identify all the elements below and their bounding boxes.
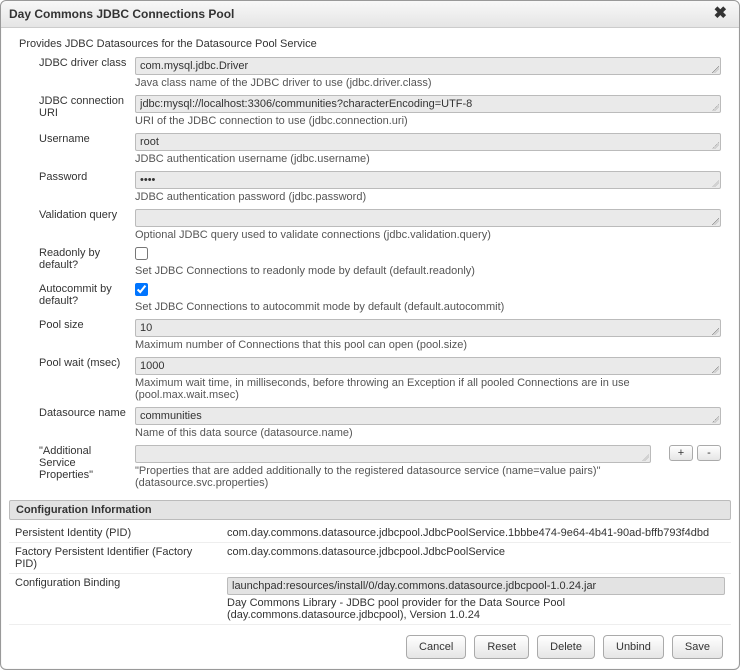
save-button[interactable]: Save (672, 635, 723, 659)
validation-input[interactable] (135, 209, 721, 227)
config-dialog: Day Commons JDBC Connections Pool ✖ Prov… (0, 0, 740, 670)
readonly-hint: Set JDBC Connections to readonly mode by… (135, 265, 721, 277)
autocommit-label: Autocommit by default? (9, 280, 133, 316)
autocommit-hint: Set JDBC Connections to autocommit mode … (135, 301, 721, 313)
pid-value: com.day.commons.datasource.jdbcpool.Jdbc… (221, 524, 731, 543)
username-label: Username (9, 130, 133, 168)
uri-input[interactable] (135, 95, 721, 113)
additional-hint: "Properties that are added additionally … (135, 465, 721, 489)
poolwait-label: Pool wait (msec) (9, 354, 133, 404)
binding-desc: Day Commons Library - JDBC pool provider… (227, 597, 725, 621)
additional-input[interactable] (135, 445, 651, 463)
add-property-button[interactable]: + (669, 445, 693, 461)
reset-button[interactable]: Reset (474, 635, 529, 659)
readonly-label: Readonly by default? (9, 244, 133, 280)
delete-button[interactable]: Delete (537, 635, 595, 659)
additional-label: "Additional Service Properties" (9, 442, 133, 492)
dsname-label: Datasource name (9, 404, 133, 442)
autocommit-checkbox[interactable] (135, 283, 148, 296)
password-hint: JDBC authentication password (jdbc.passw… (135, 191, 721, 203)
fpid-value: com.day.commons.datasource.jdbcpool.Jdbc… (221, 543, 731, 574)
pid-label: Persistent Identity (PID) (9, 524, 221, 543)
driver-hint: Java class name of the JDBC driver to us… (135, 77, 721, 89)
uri-hint: URI of the JDBC connection to use (jdbc.… (135, 115, 721, 127)
validation-hint: Optional JDBC query used to validate con… (135, 229, 721, 241)
dialog-title: Day Commons JDBC Connections Pool (9, 7, 234, 21)
dialog-description: Provides JDBC Datasources for the Dataso… (19, 38, 731, 50)
dsname-input[interactable] (135, 407, 721, 425)
dialog-footer: Cancel Reset Delete Unbind Save (9, 625, 731, 669)
username-input[interactable] (135, 133, 721, 151)
poolwait-hint: Maximum wait time, in milliseconds, befo… (135, 377, 721, 401)
poolwait-input[interactable] (135, 357, 721, 375)
validation-label: Validation query (9, 206, 133, 244)
poolsize-label: Pool size (9, 316, 133, 354)
username-hint: JDBC authentication username (jdbc.usern… (135, 153, 721, 165)
cancel-button[interactable]: Cancel (406, 635, 466, 659)
titlebar: Day Commons JDBC Connections Pool ✖ (1, 1, 739, 28)
dialog-body: Provides JDBC Datasources for the Dataso… (1, 28, 739, 669)
config-form: JDBC driver class Java class name of the… (9, 54, 731, 492)
remove-property-button[interactable]: - (697, 445, 721, 461)
poolsize-input[interactable] (135, 319, 721, 337)
uri-label: JDBC connection URI (9, 92, 133, 130)
close-icon[interactable]: ✖ (710, 6, 731, 22)
unbind-button[interactable]: Unbind (603, 635, 664, 659)
dsname-hint: Name of this data source (datasource.nam… (135, 427, 721, 439)
password-label: Password (9, 168, 133, 206)
fpid-label: Factory Persistent Identifier (Factory P… (9, 543, 221, 574)
poolsize-hint: Maximum number of Connections that this … (135, 339, 721, 351)
binding-label: Configuration Binding (9, 574, 221, 625)
config-info-table: Persistent Identity (PID) com.day.common… (9, 524, 731, 625)
readonly-checkbox[interactable] (135, 247, 148, 260)
password-input[interactable] (135, 171, 721, 189)
driver-label: JDBC driver class (9, 54, 133, 92)
driver-input[interactable] (135, 57, 721, 75)
config-info-header: Configuration Information (9, 500, 731, 520)
